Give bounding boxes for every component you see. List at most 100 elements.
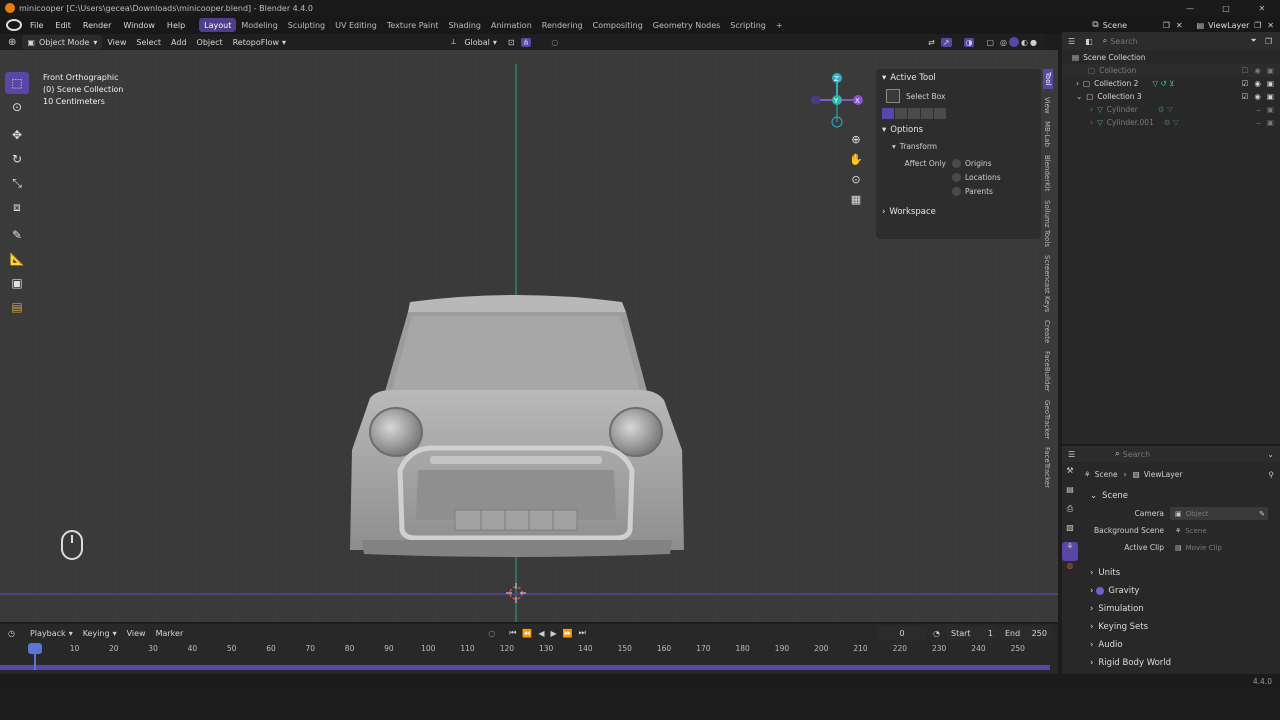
close-button[interactable]: ✕	[1244, 4, 1280, 13]
camera-restrict-icon[interactable]: ▣	[1267, 105, 1274, 114]
transform-subheader[interactable]: ▾ Transform	[876, 139, 1041, 153]
tab-scripting[interactable]: Scripting	[725, 18, 771, 32]
select-subtract-icon[interactable]	[908, 107, 920, 119]
vtab-view[interactable]: View	[1043, 97, 1051, 114]
visibility-icon[interactable]: ⇄	[928, 38, 935, 47]
menu-edit[interactable]: Edit	[49, 16, 77, 34]
menu-retopoflow[interactable]: RetopoFlow ▾	[228, 35, 291, 49]
gizmo-z-label[interactable]: Z	[834, 75, 839, 83]
select-box-tool-icon[interactable]: ⬚	[5, 72, 29, 94]
vtab-mb-lab[interactable]: MB-Lab	[1043, 121, 1051, 147]
camera-restrict-icon[interactable]: ▣	[1267, 79, 1274, 88]
tab-texture-paint[interactable]: Texture Paint	[382, 18, 444, 32]
properties-editor-icon[interactable]: ☰	[1068, 450, 1075, 459]
camera-view-icon[interactable]: ⊙	[848, 170, 864, 190]
pan-hand-icon[interactable]: ✋	[848, 150, 864, 170]
exclude-checkbox[interactable]: ☑	[1242, 79, 1249, 88]
camera-restrict-icon[interactable]: ▣	[1267, 66, 1274, 75]
shading-material-icon[interactable]: ◐	[1021, 38, 1028, 47]
gizmo-y-label[interactable]: Y	[834, 97, 838, 105]
shading-wireframe-icon[interactable]: ◎	[1000, 38, 1007, 47]
tool-tab-icon[interactable]: ⚒	[1062, 466, 1078, 485]
vtab-facebuilder[interactable]: FaceBuilder	[1043, 351, 1051, 392]
scale-tool-icon[interactable]: ⤡	[5, 172, 29, 194]
tab-sculpting[interactable]: Sculpting	[283, 18, 330, 32]
expand-arrow-icon[interactable]: ›	[1090, 118, 1093, 127]
remove-view-layer-icon[interactable]: ✕	[1267, 21, 1274, 30]
gravity-section[interactable]: › Gravity	[1090, 582, 1276, 600]
outliner-row-scene-collection[interactable]: ▤ Scene Collection	[1062, 51, 1280, 64]
new-scene-icon[interactable]: ❐	[1163, 21, 1170, 30]
display-mode-icon[interactable]: ◧	[1085, 37, 1093, 46]
keying-sets-section[interactable]: › Keying Sets	[1090, 618, 1276, 636]
simulation-section[interactable]: › Simulation	[1090, 600, 1276, 618]
vtab-create[interactable]: Create	[1043, 320, 1051, 343]
properties-options-icon[interactable]: ⌄	[1267, 450, 1274, 459]
outliner-row-cylinder[interactable]: › ▽ Cylinder ⚙ ▽ ⌣ ▣	[1062, 103, 1280, 116]
eye-icon[interactable]: ◉	[1254, 79, 1261, 88]
view-layer-selector[interactable]: ViewLayer	[1208, 21, 1254, 30]
parents-checkbox[interactable]	[952, 186, 961, 196]
menu-file[interactable]: File	[24, 16, 49, 34]
add-workspace-button[interactable]: +	[771, 18, 788, 32]
tab-modeling[interactable]: Modeling	[236, 18, 282, 32]
camera-restrict-icon[interactable]: ▣	[1267, 118, 1274, 127]
origins-checkbox[interactable]	[952, 158, 961, 168]
transform-tool-icon[interactable]: ⧈	[5, 196, 29, 218]
tab-layout[interactable]: Layout	[199, 18, 237, 32]
menu-view[interactable]: View	[102, 35, 131, 49]
xray-icon[interactable]: ▢	[986, 38, 994, 47]
cursor-tool-icon[interactable]: ⊙	[5, 96, 29, 118]
units-section[interactable]: › Units	[1090, 564, 1276, 582]
blender-menu-icon[interactable]	[6, 19, 22, 31]
rotate-tool-icon[interactable]: ↻	[5, 148, 29, 170]
shading-rendered-icon[interactable]: ●	[1030, 38, 1037, 47]
expand-arrow-icon[interactable]: ›	[1090, 105, 1093, 114]
select-extend-icon[interactable]	[895, 107, 907, 119]
maximize-button[interactable]: □	[1208, 4, 1244, 13]
scene-selector[interactable]: Scene	[1103, 21, 1163, 30]
remove-scene-icon[interactable]: ✕	[1176, 21, 1183, 30]
zoom-icon[interactable]: ⊕	[848, 130, 864, 150]
hidden-eye-icon[interactable]: ⌣	[1256, 105, 1261, 115]
scene-tab-icon[interactable]: ⚘	[1062, 542, 1078, 561]
vtab-geotracker[interactable]: GeoTracker	[1043, 400, 1051, 439]
tab-geometry-nodes[interactable]: Geometry Nodes	[648, 18, 725, 32]
workspace-header[interactable]: › Workspace	[876, 203, 1041, 221]
camera-field[interactable]: ▣ Object ✎	[1170, 507, 1268, 520]
gizmo-x-label[interactable]: X	[855, 97, 860, 105]
move-tool-icon[interactable]: ✥	[5, 124, 29, 146]
vtab-screencast-keys[interactable]: Screencast Keys	[1043, 255, 1051, 312]
pivot-icon[interactable]: ⊡	[508, 38, 515, 47]
annotate-tool-icon[interactable]: ✎	[5, 224, 29, 246]
minimize-button[interactable]: —	[1172, 4, 1208, 13]
gizmo-toggle-icon[interactable]: ↗	[940, 37, 952, 47]
select-intersect-icon[interactable]	[934, 107, 946, 119]
view-layer-tab-icon[interactable]: ▧	[1062, 523, 1078, 542]
editor-type-icon[interactable]: ⊕	[8, 37, 16, 48]
tab-rendering[interactable]: Rendering	[537, 18, 588, 32]
render-tab-icon[interactable]: ▤	[1062, 485, 1078, 504]
filter-icon[interactable]: ⏷	[1250, 36, 1256, 46]
eye-icon[interactable]: ◉	[1254, 66, 1261, 75]
outliner-row-collection-2[interactable]: › ▢ Collection 2 ▽ ↺ ⊻ ☑ ◉ ▣	[1062, 77, 1280, 90]
menu-select[interactable]: Select	[131, 35, 166, 49]
orientation-dropdown[interactable]: Global ▾	[459, 35, 502, 49]
add-cube-tool-icon[interactable]: ▣	[5, 272, 29, 294]
new-collection-icon[interactable]: ❐	[1265, 37, 1272, 46]
pin-icon[interactable]: ⚲	[1269, 470, 1275, 479]
active-clip-field[interactable]: ▤ Movie Clip	[1170, 541, 1268, 554]
eye-icon[interactable]: ◉	[1254, 92, 1261, 101]
outliner-row-collection-3[interactable]: ⌄ ▢ Collection 3 ☑ ◉ ▣	[1062, 90, 1280, 103]
shading-solid-icon[interactable]	[1009, 37, 1020, 47]
scene-section-header[interactable]: ⌄ Scene	[1090, 487, 1276, 505]
gravity-checkbox[interactable]	[1096, 587, 1105, 595]
exclude-checkbox[interactable]: ☑	[1242, 92, 1249, 101]
menu-add[interactable]: Add	[166, 35, 192, 49]
active-tool-header[interactable]: ▾ Active Tool	[876, 69, 1041, 87]
audio-section[interactable]: › Audio	[1090, 636, 1276, 654]
outliner-row-cylinder-001[interactable]: › ▽ Cylinder.001 ⚙ ▽ ⌣ ▣	[1062, 116, 1280, 129]
overlay-toggle-icon[interactable]: ◑	[963, 37, 975, 47]
select-invert-icon[interactable]	[921, 107, 933, 119]
exclude-checkbox[interactable]: ☐	[1242, 66, 1249, 75]
